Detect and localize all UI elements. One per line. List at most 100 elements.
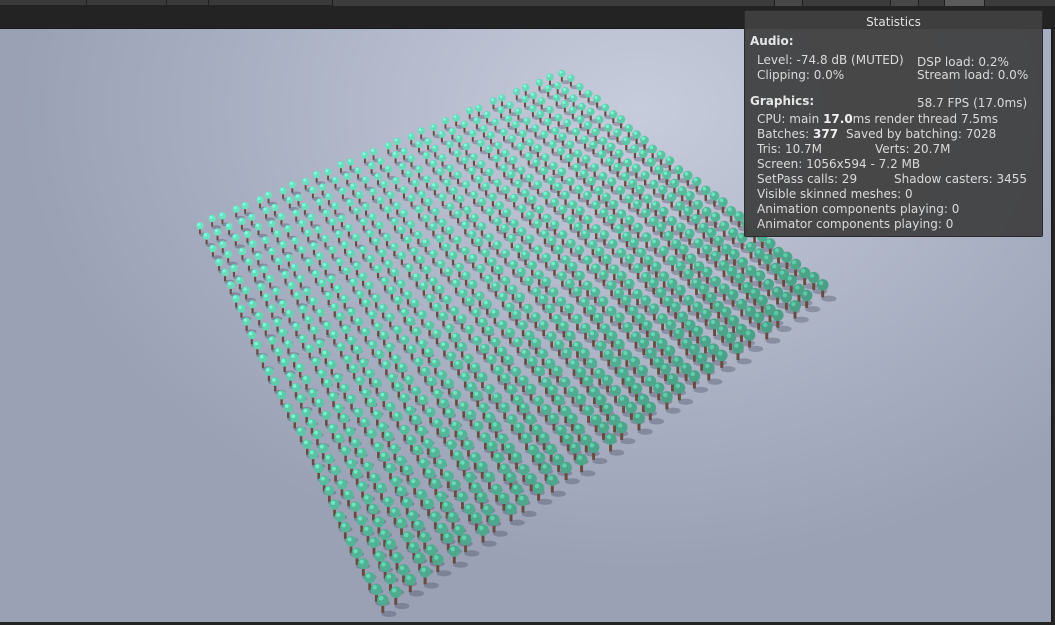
tree-canopy — [633, 412, 645, 424]
tree-canopy — [423, 175, 431, 184]
tree-highlight — [717, 351, 723, 356]
toolbar-button[interactable] — [984, 0, 1055, 6]
tree-canopy — [386, 191, 395, 199]
tree-canopy — [716, 349, 728, 362]
tree-highlight — [465, 504, 471, 510]
toolbar-button[interactable] — [918, 0, 945, 6]
tree-canopy — [449, 479, 461, 491]
tree-canopy — [309, 296, 319, 306]
tree-highlight — [581, 349, 586, 354]
tree-canopy — [566, 177, 575, 186]
tree-canopy — [238, 217, 246, 225]
tree-canopy — [491, 421, 502, 432]
batches-value: 377 — [813, 127, 839, 141]
tree-canopy — [660, 363, 672, 375]
tree-highlight — [611, 386, 617, 391]
tree-canopy — [743, 329, 756, 341]
tree-highlight — [369, 162, 372, 166]
fps-readout: 58.7 FPS (17.0ms) — [917, 96, 1028, 110]
tree-highlight — [385, 432, 390, 437]
tree-canopy — [396, 517, 407, 529]
tree-highlight — [595, 187, 600, 192]
tree-highlight — [316, 399, 321, 404]
tree-canopy — [349, 501, 361, 512]
toolbar-button[interactable] — [774, 0, 803, 6]
tree-highlight — [702, 309, 707, 315]
stats-toggle-button[interactable] — [944, 0, 985, 6]
tree-highlight — [549, 386, 554, 391]
tree-canopy — [470, 153, 478, 161]
tree-highlight — [567, 141, 571, 145]
tree-canopy — [327, 359, 337, 370]
tree-canopy — [541, 153, 550, 162]
tree-highlight — [233, 206, 237, 210]
toolbar-button[interactable] — [890, 0, 919, 6]
tree-canopy — [486, 354, 497, 365]
tree-highlight — [381, 331, 385, 336]
tree-highlight — [325, 486, 330, 491]
tree-highlight — [508, 385, 513, 390]
toolbar-button[interactable] — [802, 0, 891, 6]
tree-canopy — [448, 251, 458, 260]
tree-highlight — [303, 178, 307, 182]
tree-highlight — [455, 172, 459, 176]
tree-highlight — [430, 223, 434, 227]
tree-canopy — [294, 193, 303, 202]
tree-canopy — [257, 282, 266, 291]
tree-canopy — [808, 271, 820, 284]
tree-canopy — [602, 254, 612, 264]
tree-highlight — [258, 283, 262, 287]
tree-highlight — [593, 225, 597, 229]
tree-highlight — [413, 273, 418, 278]
tree-highlight — [779, 270, 785, 275]
tree-canopy — [419, 281, 429, 291]
tree-highlight — [458, 343, 463, 347]
tree-canopy — [544, 84, 552, 93]
tree-canopy — [546, 105, 554, 114]
tree-highlight — [646, 403, 651, 409]
toolbar-segment[interactable] — [0, 0, 87, 5]
tree-highlight — [586, 90, 589, 94]
tree-canopy — [378, 391, 389, 402]
tree-highlight — [448, 352, 453, 357]
tree-highlight — [495, 366, 500, 371]
tree-canopy — [260, 265, 269, 274]
tree-canopy — [506, 414, 518, 425]
tree-highlight — [310, 297, 315, 302]
toolbar-segment[interactable] — [86, 0, 167, 5]
tree-canopy — [507, 170, 516, 179]
tree-canopy — [392, 411, 403, 422]
tree-highlight — [450, 252, 454, 256]
tree-highlight — [407, 317, 412, 322]
tree-canopy — [654, 165, 664, 175]
tree-highlight — [280, 188, 284, 191]
tree-highlight — [493, 393, 498, 398]
tree-highlight — [358, 449, 363, 454]
tree-highlight — [424, 439, 429, 444]
tree-canopy — [432, 553, 444, 566]
tree-canopy — [262, 206, 270, 215]
tree-canopy — [677, 311, 689, 323]
tree-highlight — [598, 151, 603, 155]
tree-canopy — [391, 151, 400, 159]
tree-canopy — [514, 179, 523, 189]
tree-highlight — [416, 206, 420, 210]
tree-highlight — [608, 143, 612, 148]
toolbar-segment[interactable] — [208, 0, 333, 5]
tree-highlight — [288, 282, 293, 286]
tree-canopy — [384, 259, 394, 269]
tree-highlight — [647, 349, 652, 354]
tree-canopy — [508, 284, 518, 295]
tree-canopy — [789, 300, 801, 312]
tree-highlight — [309, 450, 314, 455]
tree-highlight — [674, 357, 679, 362]
audio-clipping: Clipping: 0.0% — [757, 68, 845, 82]
tree-highlight — [529, 445, 534, 451]
toolbar-segment[interactable] — [166, 0, 209, 5]
tree-canopy — [667, 216, 678, 226]
tree-highlight — [310, 187, 314, 191]
tree-highlight — [366, 573, 371, 579]
tree-canopy — [692, 325, 704, 337]
tree-highlight — [568, 414, 573, 419]
tree-canopy — [379, 451, 390, 462]
